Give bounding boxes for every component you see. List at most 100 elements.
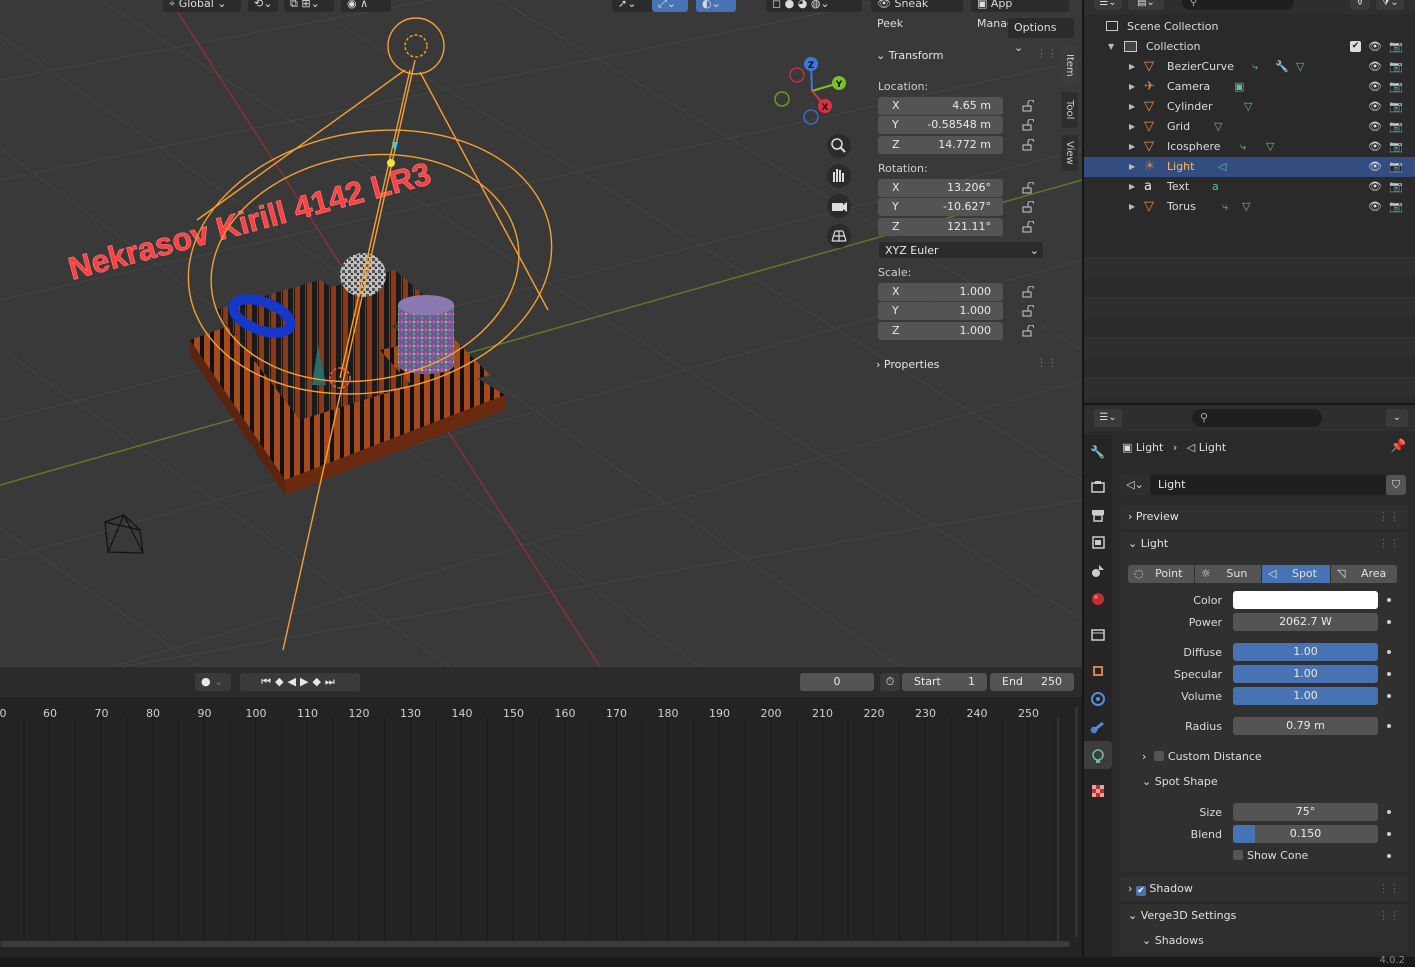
world-tab-icon[interactable]: [1090, 591, 1106, 607]
keyframe-dot[interactable]: [1387, 854, 1391, 858]
object-gizmo-dropdown[interactable]: ➚⌄: [612, 0, 656, 12]
lock-icon[interactable]: [1022, 182, 1034, 194]
sneak-peek-button[interactable]: 👁 Sneak Peek: [871, 0, 963, 30]
output-tab-icon[interactable]: [1090, 507, 1106, 523]
radius-field[interactable]: 0.79 m: [1233, 717, 1378, 735]
outliner-row-light[interactable]: ▶ ☀ Light ◁ 👁 📷: [1084, 157, 1415, 177]
pivot-point-dropdown[interactable]: ⟲⌄: [248, 0, 278, 12]
fake-user-shield-icon[interactable]: ⛉: [1386, 475, 1406, 495]
keyframe-dot[interactable]: [1387, 620, 1391, 624]
eye-icon[interactable]: 👁: [1368, 157, 1382, 177]
object-tab-icon[interactable]: [1090, 663, 1106, 679]
options-dropdown[interactable]: Options ⌄: [1008, 18, 1074, 54]
expand-arrow-icon[interactable]: ▶: [1129, 137, 1135, 157]
lock-icon[interactable]: [1022, 221, 1034, 233]
properties-editor[interactable]: ☰⌄ ⚲ ⌄ 🔧 ▣ Light › ◁ Light 📌 ◁⌄ Light ⛉ …: [1084, 405, 1415, 957]
texture-tab-icon[interactable]: [1090, 783, 1106, 799]
outliner-row-beziercurve[interactable]: ▶ ▽ BezierCurve ⤷ 🔧 ▽ 👁 📷: [1084, 57, 1415, 77]
drag-handle-icon[interactable]: ⋮⋮: [1378, 877, 1400, 901]
eye-icon[interactable]: 👁: [1368, 177, 1382, 197]
shadow-checkbox[interactable]: ✔: [1135, 886, 1146, 896]
shading-mode-buttons[interactable]: ◻ ● ◕ ◍⌄: [766, 0, 862, 12]
filter-icon[interactable]: ⚱: [1350, 0, 1370, 10]
custom-distance-checkbox[interactable]: [1153, 751, 1164, 761]
light-type-point[interactable]: ◌ Point: [1128, 565, 1194, 583]
outliner-row-camera[interactable]: ▶ ✈ Camera ▣ 👁 📷: [1084, 77, 1415, 97]
camera-render-icon[interactable]: 📷: [1389, 97, 1403, 117]
light-type-sun[interactable]: ☼ Sun: [1195, 565, 1261, 583]
outliner[interactable]: ☰⌄ ▤⌄ ⚲ ⚱ ⧩⌄ Scene Collection ▼ Collecti…: [1084, 0, 1415, 403]
keyframe-dot[interactable]: [1387, 810, 1391, 814]
tool-tab-icon[interactable]: 🔧: [1090, 445, 1106, 461]
light-panel-header[interactable]: ⌄ Light ⋮⋮: [1120, 532, 1408, 556]
modifier-data-icon[interactable]: ▽: [1244, 97, 1252, 117]
spot-shape-subpanel[interactable]: ⌄ Spot Shape: [1142, 775, 1218, 788]
expand-arrow-icon[interactable]: ▶: [1129, 157, 1135, 177]
editor-type-dropdown[interactable]: ☰⌄: [1094, 409, 1122, 427]
pin-icon[interactable]: 📌: [1390, 439, 1406, 454]
properties-subpanel-header[interactable]: › Properties: [876, 358, 940, 371]
expand-arrow-icon[interactable]: ▶: [1129, 177, 1135, 197]
spot-blend-slider[interactable]: 0.150: [1233, 825, 1378, 843]
scale-z-field[interactable]: Z 1.000: [878, 322, 1003, 340]
light-browse-dropdown[interactable]: ◁⌄: [1120, 475, 1150, 495]
transform-header[interactable]: ⌄ Transform: [876, 49, 943, 62]
show-overlays-toggle[interactable]: ◐⌄: [696, 0, 736, 12]
modifier-data-icon[interactable]: ◁: [1218, 157, 1226, 177]
expand-arrow-icon[interactable]: ▶: [1129, 57, 1135, 77]
scene-tab-icon[interactable]: [1090, 563, 1106, 579]
snap-toggle[interactable]: ⧉ ⊞⌄: [284, 0, 334, 12]
keyframe-dot[interactable]: [1387, 672, 1391, 676]
expand-arrow-icon[interactable]: ▶: [1129, 97, 1135, 117]
rotation-y-field[interactable]: Y -10.627°: [878, 198, 1003, 216]
drag-handle-icon[interactable]: ⋮⋮: [1378, 505, 1400, 529]
outliner-row-torus[interactable]: ▶ ▽ Torus ⤷ ▽ 👁 📷: [1084, 197, 1415, 217]
timeline-scrollbar[interactable]: [0, 941, 1070, 947]
view-layer-tab-icon[interactable]: [1090, 535, 1106, 551]
show-cone-checkbox[interactable]: [1233, 850, 1243, 860]
camera-render-icon[interactable]: 📷: [1389, 117, 1403, 137]
render-tab-icon[interactable]: [1090, 479, 1106, 495]
chevron-down-icon[interactable]: ⌄: [1386, 409, 1408, 427]
camera-object[interactable]: [104, 514, 144, 554]
eye-icon[interactable]: 👁: [1368, 137, 1382, 157]
preview-panel-header[interactable]: › Preview ⋮⋮: [1120, 505, 1408, 529]
show-cone-toggle[interactable]: Show Cone: [1233, 849, 1308, 862]
light-type-area[interactable]: ◹ Area: [1331, 565, 1397, 583]
outliner-search-input[interactable]: ⚲: [1182, 0, 1294, 10]
lock-icon[interactable]: [1022, 100, 1034, 112]
modifier-data-icon[interactable]: 🔧: [1275, 57, 1289, 77]
drag-handle-icon[interactable]: ⋮⋮: [1036, 356, 1058, 369]
location-y-field[interactable]: Y -0.58548 m: [878, 116, 1003, 134]
expand-arrow-icon[interactable]: ▶: [1129, 117, 1135, 137]
physics-tab-icon[interactable]: [1090, 691, 1106, 707]
navigation-gizmo[interactable]: Z Y X: [774, 57, 846, 125]
expand-arrow-icon[interactable]: ▶: [1129, 197, 1135, 217]
collection-row[interactable]: ▼ Collection ✔ 👁 📷: [1084, 37, 1415, 57]
eye-icon[interactable]: 👁: [1368, 97, 1382, 117]
light-datablock-name-field[interactable]: Light: [1150, 475, 1386, 495]
outliner-row-grid[interactable]: ▶ ▽ Grid ▽ 👁 📷: [1084, 117, 1415, 137]
specular-slider[interactable]: 1.00: [1233, 665, 1378, 683]
keyframe-dot[interactable]: [1387, 650, 1391, 654]
color-swatch[interactable]: [1233, 591, 1378, 609]
transform-orientation-dropdown[interactable]: ⌖ Global ⌄: [163, 0, 241, 12]
rotation-z-field[interactable]: Z 121.11°: [878, 218, 1003, 236]
zoom-icon[interactable]: [827, 134, 851, 158]
power-field[interactable]: 2062.7 W: [1233, 613, 1378, 631]
scale-x-field[interactable]: X 1.000: [878, 283, 1003, 301]
tab-tool[interactable]: Tool: [1061, 92, 1078, 128]
location-z-field[interactable]: Z 14.772 m: [878, 136, 1003, 154]
lock-icon[interactable]: [1022, 201, 1034, 213]
constraints-tab-icon[interactable]: [1090, 719, 1106, 735]
display-mode-dropdown[interactable]: ▤⌄: [1128, 0, 1164, 10]
camera-render-icon[interactable]: 📷: [1389, 177, 1403, 197]
scene-collection-row[interactable]: Scene Collection: [1084, 17, 1415, 37]
show-gizmo-toggle[interactable]: ⤢⌄: [652, 0, 688, 12]
modifier-data-icon[interactable]: a: [1212, 177, 1219, 197]
filter-dropdown[interactable]: ⧩⌄: [1376, 0, 1404, 10]
diffuse-slider[interactable]: 1.00: [1233, 643, 1378, 661]
eye-icon[interactable]: 👁: [1368, 57, 1382, 77]
lock-icon[interactable]: [1022, 119, 1034, 131]
keyframe-dot[interactable]: [1387, 694, 1391, 698]
